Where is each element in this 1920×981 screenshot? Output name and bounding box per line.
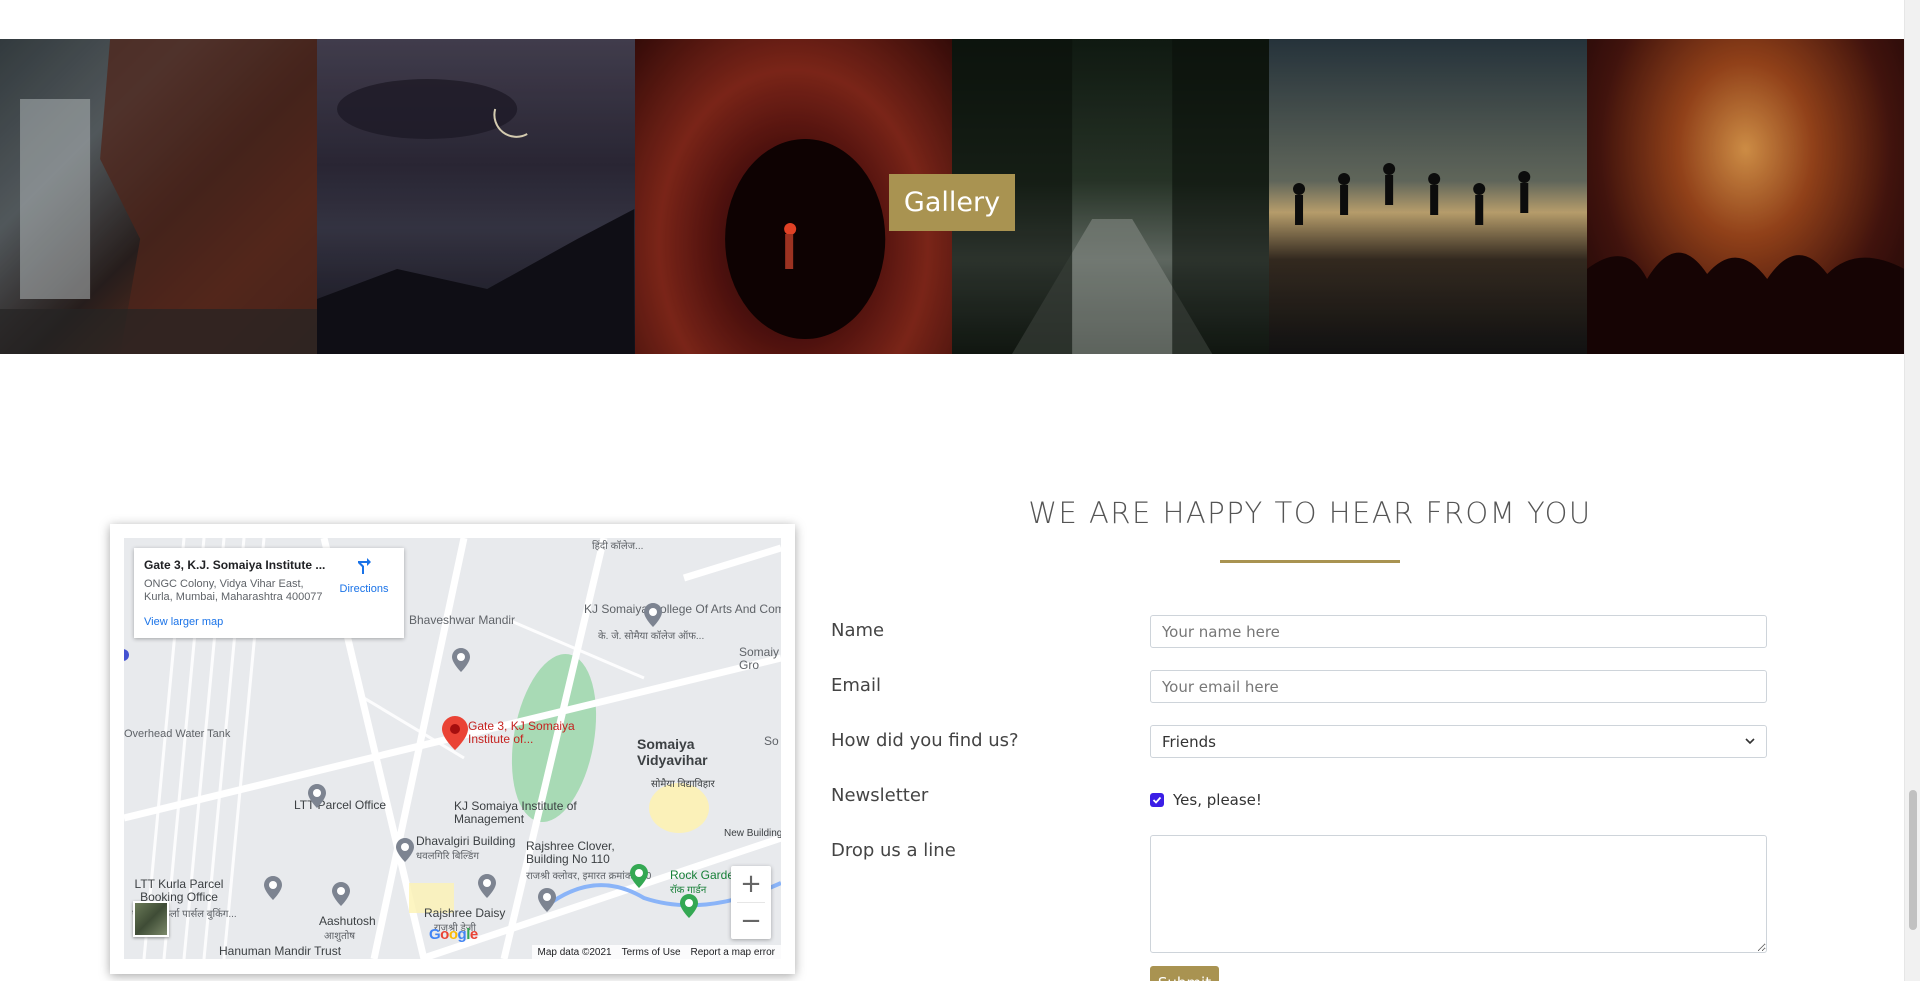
zoom-controls: + − <box>731 866 771 939</box>
map-label-college: KJ Somaiya College Of Arts And Commerce <box>584 602 781 616</box>
gallery-image-jumping-people[interactable] <box>1269 39 1587 354</box>
map-label-mandir: Bhaveshwar Mandir <box>409 613 516 627</box>
map-poi-daisy-icon[interactable] <box>478 874 496 898</box>
map-label-rock-garden: Rock Garde <box>670 868 735 882</box>
map-label-hanuman: Hanuman Mandir Trust <box>219 944 342 958</box>
contact-heading: WE ARE HAPPY TO HEAR FROM YOU <box>1028 496 1592 530</box>
map-poi-park-icon[interactable] <box>680 894 698 918</box>
map-poi-temple-icon[interactable] <box>452 648 470 672</box>
zoom-in-button[interactable]: + <box>731 866 771 902</box>
offscreen-marker-icon <box>124 649 129 661</box>
gallery-image-concert[interactable] <box>1586 39 1904 354</box>
source-select-wrapper: Friends <box>1150 725 1767 758</box>
map-label-somaiya-hi: सोमैया विद्याविहार <box>651 779 715 790</box>
map-poi-dhavalgiri-icon[interactable] <box>396 838 414 862</box>
map-poi-aashutosh-icon[interactable] <box>332 882 350 906</box>
map-label-somaiya: Somaiya Vidyavihar <box>637 736 708 768</box>
view-larger-map-link[interactable]: View larger map <box>144 616 223 628</box>
newsletter-option-label: Yes, please! <box>1173 791 1262 809</box>
message-textarea[interactable] <box>1150 835 1767 953</box>
location-pin-label: Gate 3, KJ Somaiya Institute of... <box>468 719 575 746</box>
map-card: KJ Somaiya College Of Arts And Commerce … <box>110 524 795 974</box>
map-label-dhavalgiri-hi: धवलगिरि बिल्डिंग <box>416 851 480 862</box>
location-pin-icon[interactable] <box>442 716 468 750</box>
directions-icon <box>358 558 371 574</box>
map-label-rajshree-clover: Rajshree Clover, Building No 110 <box>526 839 615 866</box>
map-label-dhavalgiri: Dhavalgiri Building <box>416 834 516 848</box>
map-info-card: Gate 3, K.J. Somaiya Institute ... ONGC … <box>134 548 404 638</box>
map-label-top-hi: हिंदी कॉलेज... <box>592 541 644 552</box>
name-input[interactable] <box>1150 615 1767 648</box>
directions-button[interactable]: Directions <box>336 558 392 595</box>
source-label: How did you find us? <box>831 730 1019 751</box>
map-label-aashutosh: Aashutosh <box>319 914 376 928</box>
gallery-button[interactable]: Gallery <box>889 174 1015 231</box>
map-data-text: Map data ©2021 <box>537 946 612 958</box>
directions-label: Directions <box>339 583 389 595</box>
newsletter-label: Newsletter <box>831 785 929 806</box>
map-label-college-hi: के. जे. सोमैया कॉलेज ऑफ... <box>598 631 705 642</box>
scrollbar-thumb[interactable] <box>1909 790 1917 930</box>
source-select[interactable]: Friends <box>1150 725 1767 758</box>
map-label-so: So <box>764 734 779 748</box>
email-label: Email <box>831 675 881 696</box>
map-poi-garden-icon[interactable] <box>630 864 648 888</box>
map-label-institute: KJ Somaiya Institute of Management <box>454 799 577 826</box>
map-label-water-tank: Overhead Water Tank <box>124 728 231 740</box>
map-label-new-building: New Building <box>724 828 781 839</box>
page-scrollbar[interactable] <box>1904 0 1920 981</box>
satellite-toggle[interactable] <box>133 901 169 937</box>
map-label-aashutosh-hi: आशुतोष <box>324 931 356 942</box>
place-title: Gate 3, K.J. Somaiya Institute ... <box>144 558 326 572</box>
place-address: ONGC Colony, Vidya Vihar East, Kurla, Mu… <box>144 578 323 603</box>
map-footer: Map data ©2021 Terms of Use Report a map… <box>531 945 781 959</box>
name-label: Name <box>831 620 885 641</box>
google-map[interactable]: KJ Somaiya College Of Arts And Commerce … <box>124 538 781 959</box>
message-label: Drop us a line <box>831 840 956 861</box>
heading-divider <box>1220 560 1400 563</box>
terms-of-use-link[interactable]: Terms of Use <box>622 947 681 958</box>
email-input[interactable] <box>1150 670 1767 703</box>
gallery-image-waterfall[interactable] <box>0 39 318 354</box>
newsletter-checkbox[interactable] <box>1150 793 1164 807</box>
newsletter-option[interactable]: Yes, please! <box>1150 791 1262 809</box>
map-poi-parcel-icon[interactable] <box>308 784 326 808</box>
google-logo: Google <box>429 926 478 943</box>
zoom-out-button[interactable]: − <box>731 903 771 939</box>
map-poi-ltt-icon[interactable] <box>264 876 282 900</box>
report-map-error-link[interactable]: Report a map error <box>691 947 775 958</box>
submit-button[interactable]: Submit <box>1150 966 1219 981</box>
map-poi-clover-icon[interactable] <box>538 888 556 912</box>
gallery-image-moon[interactable] <box>317 39 635 354</box>
map-label-somaiya-gro: Somaiy Gro <box>739 645 780 672</box>
checkmark-icon <box>1152 796 1162 804</box>
map-poi-college-icon[interactable] <box>644 603 662 627</box>
map-label-rajshree-daisy: Rajshree Daisy <box>424 906 506 920</box>
